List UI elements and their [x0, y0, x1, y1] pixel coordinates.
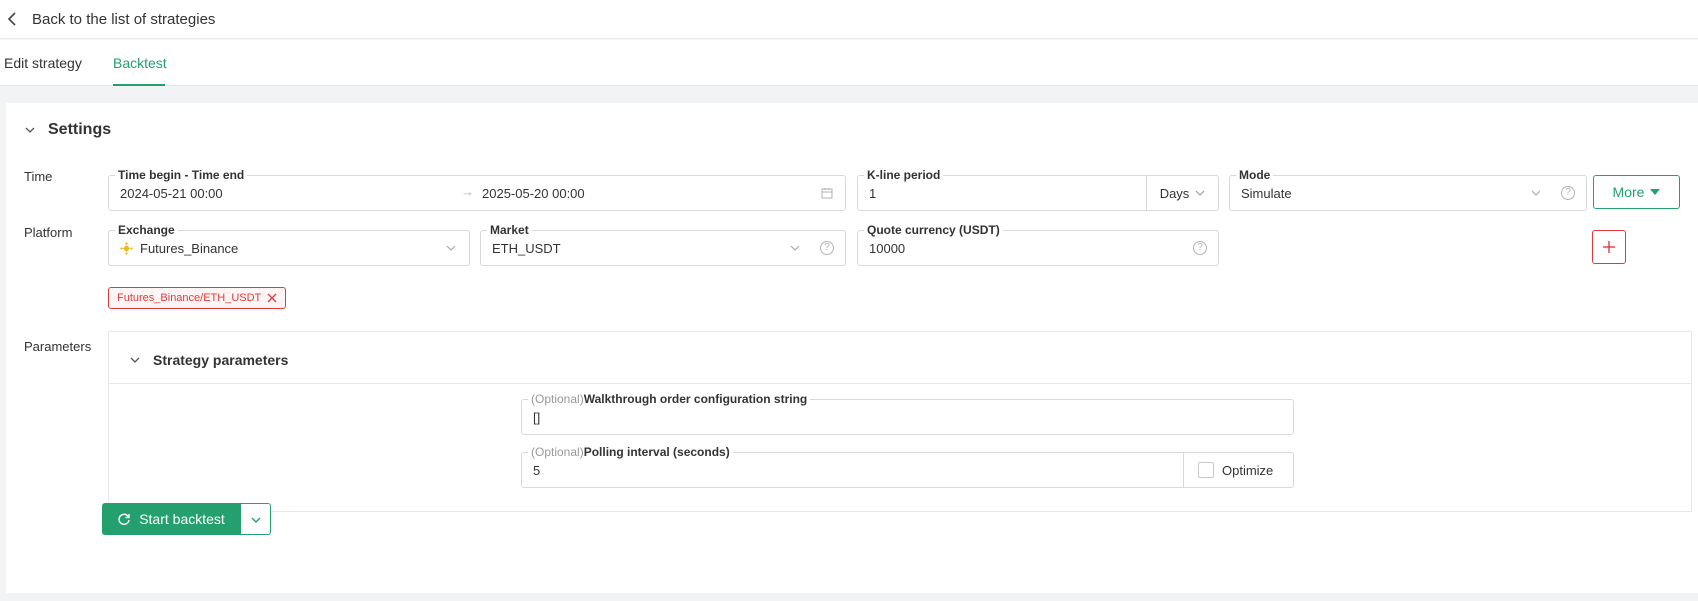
- caret-down-icon: [1650, 189, 1661, 195]
- add-platform-button[interactable]: [1592, 230, 1626, 264]
- checkbox-box[interactable]: [1198, 462, 1214, 478]
- walkthrough-config-label-text: Walkthrough order configuration string: [583, 392, 808, 406]
- start-backtest-dropdown[interactable]: [240, 503, 271, 535]
- polling-interval-label-text: Polling interval (seconds): [583, 445, 730, 459]
- kline-period-label: K-line period: [864, 168, 944, 182]
- strategy-parameters-title: Strategy parameters: [153, 352, 289, 368]
- time-range-picker[interactable]: Time begin - Time end 2024-05-21 00:00 →…: [108, 168, 846, 211]
- chevron-down-icon: [1531, 190, 1541, 196]
- platform-tag: Futures_Binance/ETH_USDT: [108, 287, 287, 309]
- kline-period-field[interactable]: K-line period 1 Days: [857, 168, 1219, 211]
- more-label: More: [1612, 184, 1645, 200]
- tab-backtest[interactable]: Backtest: [113, 55, 167, 71]
- chevron-left-icon: [7, 12, 16, 26]
- calendar-icon: [821, 188, 833, 199]
- tab-edit-strategy[interactable]: Edit strategy: [4, 55, 82, 71]
- time-range-label: Time begin - Time end: [115, 168, 248, 182]
- optional-tag: (Optional): [531, 392, 584, 406]
- parameters-row-label: Parameters: [24, 339, 92, 354]
- kline-unit-select[interactable]: Days: [1146, 176, 1218, 210]
- back-label: Back to the list of strategies: [32, 10, 216, 28]
- binance-icon: [120, 242, 133, 255]
- settings-title: Settings: [48, 121, 112, 138]
- walkthrough-config-value[interactable]: []: [533, 410, 540, 425]
- start-backtest-button[interactable]: Start backtest: [102, 503, 240, 535]
- arrow-right-icon: →: [461, 184, 474, 199]
- time-end-value[interactable]: 2025-05-20 00:00: [482, 186, 585, 201]
- quote-currency-field[interactable]: Quote currency (USDT) 10000 ?: [857, 223, 1219, 266]
- time-begin-value[interactable]: 2024-05-21 00:00: [120, 186, 223, 201]
- optimize-label: Optimize: [1222, 462, 1274, 478]
- exchange-label: Exchange: [115, 223, 178, 237]
- platform-tag-label: Futures_Binance/ETH_USDT: [117, 292, 262, 304]
- top-bar: Back to the list of strategies: [0, 0, 1698, 39]
- polling-interval-label: (Optional)Polling interval (seconds): [528, 445, 733, 459]
- quote-currency-label: Quote currency (USDT): [864, 223, 1003, 237]
- platform-row-label: Platform: [24, 225, 73, 240]
- exchange-select[interactable]: Exchange Futures_Binance: [108, 223, 470, 266]
- mode-select[interactable]: Mode Simulate ?: [1229, 168, 1587, 211]
- chevron-down-icon: [251, 517, 261, 523]
- exchange-value: Futures_Binance: [140, 241, 239, 256]
- chevron-down-icon: [25, 127, 35, 133]
- walkthrough-config-field[interactable]: (Optional)Walkthrough order configuratio…: [521, 392, 1294, 435]
- time-row-label: Time: [24, 169, 53, 184]
- help-icon[interactable]: ?: [1561, 186, 1575, 200]
- start-backtest-label: Start backtest: [139, 511, 225, 527]
- plus-icon: [1603, 241, 1615, 253]
- market-select[interactable]: Market ETH_USDT ?: [480, 223, 846, 266]
- walkthrough-config-label: (Optional)Walkthrough order configuratio…: [528, 392, 811, 406]
- help-icon[interactable]: ?: [820, 241, 834, 255]
- mode-value: Simulate: [1241, 186, 1292, 201]
- settings-toggle[interactable]: Settings: [24, 121, 111, 139]
- strategy-parameters-toggle[interactable]: Strategy parameters: [129, 352, 288, 368]
- kline-period-value[interactable]: 1: [869, 186, 876, 201]
- market-value: ETH_USDT: [492, 241, 561, 256]
- help-icon[interactable]: ?: [1193, 241, 1207, 255]
- chevron-down-icon: [1195, 190, 1205, 196]
- chevron-down-icon: [446, 245, 456, 251]
- tab-bar: Edit strategy Backtest: [0, 40, 1698, 86]
- refresh-icon: [118, 513, 130, 525]
- kline-unit-value: Days: [1159, 185, 1190, 201]
- optimize-checkbox[interactable]: Optimize: [1183, 453, 1293, 487]
- more-button[interactable]: More: [1593, 175, 1680, 209]
- strategy-parameters-header: Strategy parameters: [109, 332, 1691, 384]
- back-to-list-link[interactable]: Back to the list of strategies: [6, 6, 215, 32]
- polling-interval-field[interactable]: (Optional)Polling interval (seconds) 5 O…: [521, 445, 1294, 488]
- close-icon[interactable]: [267, 293, 277, 303]
- strategy-parameters-section: Strategy parameters (Optional)Walkthroug…: [108, 331, 1692, 512]
- polling-interval-value[interactable]: 5: [533, 463, 540, 478]
- quote-currency-value[interactable]: 10000: [869, 241, 905, 256]
- active-tab-indicator: [113, 84, 165, 86]
- market-label: Market: [487, 223, 532, 237]
- mode-label: Mode: [1236, 168, 1274, 182]
- chevron-down-icon: [790, 245, 800, 251]
- chevron-down-icon: [130, 357, 140, 363]
- optional-tag: (Optional): [531, 445, 584, 459]
